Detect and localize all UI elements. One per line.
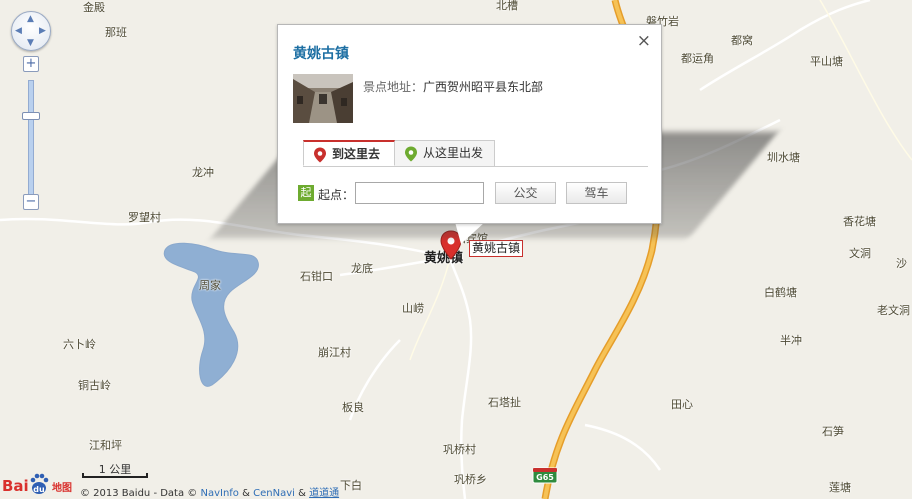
- map-navigation-control: ▲ ◀ ▶ ▼ + −: [10, 10, 52, 220]
- pan-up-icon[interactable]: ▲: [27, 15, 34, 24]
- info-window-title: 黄姚古镇: [293, 46, 349, 62]
- place-label[interactable]: 平山塘: [810, 56, 843, 68]
- place-label[interactable]: 六卜岭: [63, 339, 96, 351]
- place-label[interactable]: 圳水塘: [767, 152, 800, 164]
- place-label[interactable]: 都窝: [731, 35, 753, 47]
- close-icon[interactable]: ×: [637, 33, 651, 50]
- scale-bar: [82, 473, 148, 478]
- copyright-line: © 2013 Baidu - Data © NavInfo & CenNavi …: [80, 484, 339, 499]
- start-point-label: 起点：: [318, 188, 355, 202]
- cennavi-link[interactable]: CenNavi: [253, 488, 295, 499]
- place-label[interactable]: 沙: [896, 258, 907, 270]
- address-label: 景点地址：: [363, 80, 424, 94]
- place-label[interactable]: 板良: [342, 402, 364, 414]
- tab-go-here[interactable]: 到这里去: [303, 140, 395, 166]
- place-label[interactable]: 香花塘: [843, 216, 876, 228]
- place-label[interactable]: 龙底: [351, 263, 373, 275]
- zoom-in-button[interactable]: +: [23, 56, 39, 72]
- bus-route-button[interactable]: 公交: [495, 182, 556, 204]
- highway-shield: G65: [532, 467, 558, 484]
- info-window: 黄姚古镇 × 景点地址：广西贺州昭平县东北部 到这里去 从这里出发 起 起点： …: [277, 24, 662, 224]
- place-label[interactable]: 下白: [340, 480, 362, 492]
- info-window-tail: [455, 222, 485, 244]
- green-pin-icon: [405, 146, 417, 162]
- place-label[interactable]: 周家: [199, 280, 221, 292]
- place-label[interactable]: 莲塘: [829, 482, 851, 494]
- place-label[interactable]: 石塔扯: [488, 397, 521, 409]
- zoom-slider-handle[interactable]: [22, 112, 40, 120]
- start-point-icon: 起: [298, 185, 314, 201]
- place-label[interactable]: 白鹤塘: [764, 287, 797, 299]
- place-label[interactable]: 铜古岭: [78, 380, 111, 392]
- red-pin-icon: [314, 147, 326, 163]
- scenic-photo[interactable]: [293, 74, 353, 123]
- place-label[interactable]: 文洞: [849, 248, 871, 260]
- place-label[interactable]: 北槽: [496, 0, 518, 12]
- place-label[interactable]: 巩桥村: [443, 444, 476, 456]
- svg-text:du: du: [33, 485, 45, 494]
- tab-go-here-label: 到这里去: [332, 147, 381, 161]
- copyright-text: © 2013 Baidu - Data ©: [80, 488, 198, 499]
- place-label[interactable]: 都运角: [681, 53, 714, 65]
- svg-text:Bai: Bai: [2, 477, 29, 495]
- pan-left-icon[interactable]: ◀: [15, 27, 22, 36]
- place-label[interactable]: 金殿: [83, 2, 105, 14]
- tab-depart-here-label: 从这里出发: [423, 146, 484, 160]
- logo-map-text: 地图: [52, 481, 72, 494]
- start-point-input[interactable]: [355, 182, 484, 204]
- place-label[interactable]: 田心: [671, 399, 693, 411]
- place-label[interactable]: 山崂: [402, 303, 424, 315]
- address-line: 景点地址：广西贺州昭平县东北部: [363, 78, 543, 95]
- tab-depart-here[interactable]: 从这里出发: [395, 140, 495, 166]
- baidu-logo[interactable]: Bai du 地图: [2, 471, 74, 497]
- place-label[interactable]: 巩桥乡: [454, 474, 487, 486]
- copyright-amp-2: &: [298, 488, 306, 499]
- place-label[interactable]: 石钳口: [300, 271, 333, 283]
- place-label[interactable]: 石笋: [822, 426, 844, 438]
- daodaotong-link[interactable]: 道道通: [309, 488, 339, 499]
- pan-right-icon[interactable]: ▶: [39, 27, 46, 36]
- place-label[interactable]: 那班: [105, 27, 127, 39]
- scale-control: 1 公里: [82, 461, 148, 478]
- pan-control[interactable]: ▲ ◀ ▶ ▼: [11, 11, 51, 51]
- place-label[interactable]: 江和坪: [89, 440, 122, 452]
- place-label[interactable]: 罗望村: [128, 212, 161, 224]
- address-value: 广西贺州昭平县东北部: [423, 80, 544, 94]
- drive-route-button[interactable]: 驾车: [566, 182, 627, 204]
- svg-text:G65: G65: [536, 473, 554, 482]
- place-label[interactable]: 老文洞: [877, 305, 910, 317]
- zoom-out-button[interactable]: −: [23, 194, 39, 210]
- pan-down-icon[interactable]: ▼: [27, 39, 34, 48]
- zoom-slider-track[interactable]: [28, 80, 34, 196]
- place-label[interactable]: 半冲: [780, 335, 802, 347]
- navinfo-link[interactable]: NavInfo: [200, 488, 238, 499]
- place-label[interactable]: 龙冲: [192, 167, 214, 179]
- copyright-amp-1: &: [242, 488, 250, 499]
- place-label[interactable]: 崩江村: [318, 347, 351, 359]
